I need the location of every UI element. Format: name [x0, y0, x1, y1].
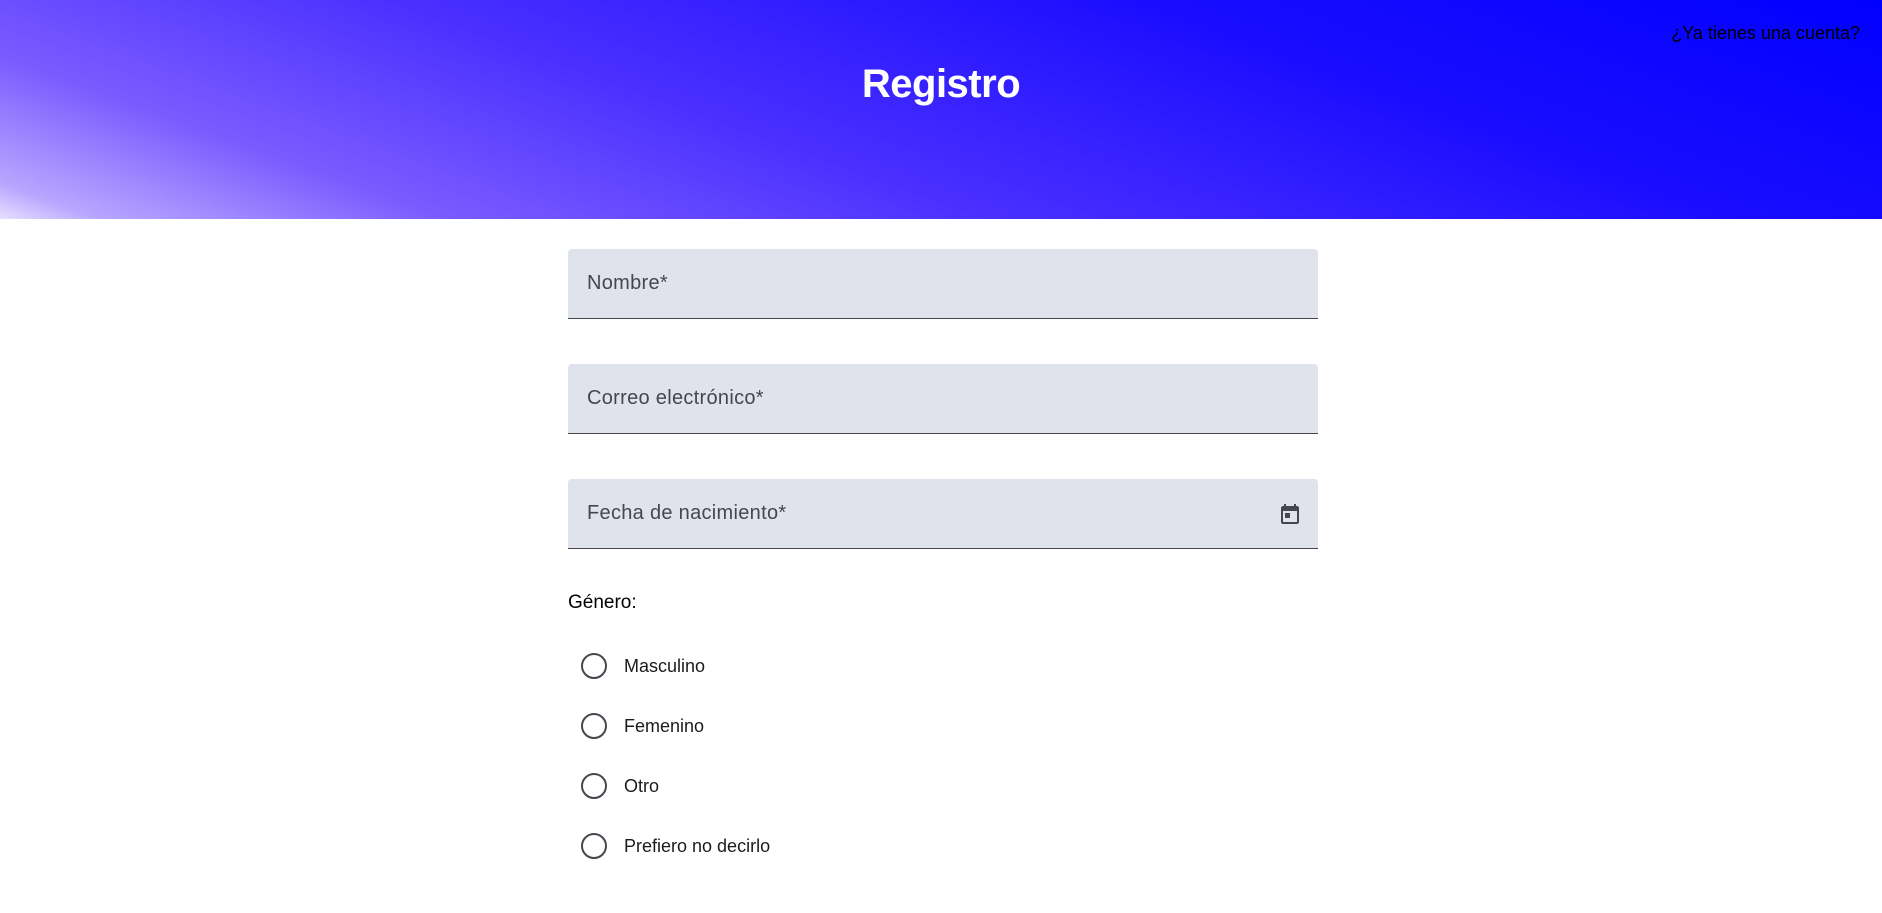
radio-button[interactable]: [581, 653, 607, 679]
radio-button[interactable]: [581, 833, 607, 859]
gender-option-masculino[interactable]: Masculino: [568, 636, 1318, 696]
page-title: Registro: [861, 62, 1021, 106]
registration-form: Nombre* Correo electrónico* Fecha de nac…: [568, 249, 1318, 876]
radio-button[interactable]: [581, 773, 607, 799]
gender-option-label: Prefiero no decirlo: [624, 835, 771, 856]
gender-option-label: Otro: [624, 775, 660, 796]
header-banner: Registro ¿Ya tienes una cuenta?: [0, 0, 1882, 219]
birthdate-field[interactable]: Fecha de nacimiento*: [568, 479, 1318, 549]
name-field[interactable]: Nombre*: [568, 249, 1318, 319]
name-input[interactable]: [568, 249, 1318, 318]
registration-page: Registro ¿Ya tienes una cuenta? Nombre* …: [0, 0, 1882, 913]
login-link[interactable]: ¿Ya tienes una cuenta?: [1671, 23, 1860, 44]
birthdate-input[interactable]: [568, 479, 1318, 548]
gender-label: Género:: [568, 592, 637, 613]
gender-option-femenino[interactable]: Femenino: [568, 696, 1318, 756]
email-field[interactable]: Correo electrónico*: [568, 364, 1318, 434]
gender-option-label: Femenino: [624, 715, 705, 736]
email-input[interactable]: [568, 364, 1318, 433]
gender-option-otro[interactable]: Otro: [568, 756, 1318, 816]
radio-button[interactable]: [581, 713, 607, 739]
gender-option-prefiero-no-decirlo[interactable]: Prefiero no decirlo: [568, 816, 1318, 876]
gender-option-label: Masculino: [624, 655, 706, 676]
calendar-icon[interactable]: [1272, 496, 1308, 532]
